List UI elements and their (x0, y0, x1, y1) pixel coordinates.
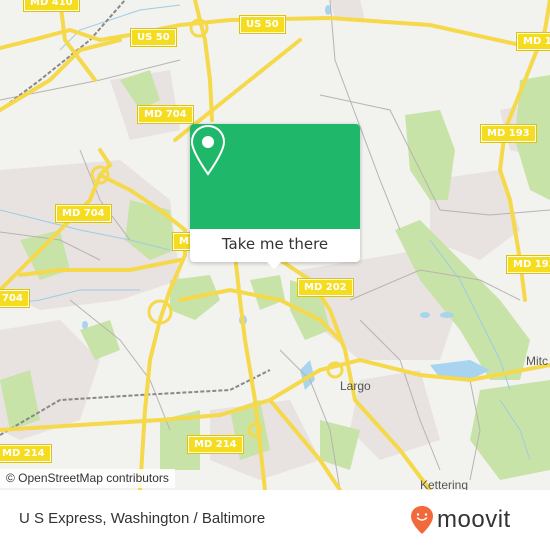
location-popup: Take me there (190, 124, 360, 269)
road-shield-md704: MD 704 (137, 105, 194, 124)
footer: U S Express, Washington / Baltimore moov… (0, 490, 550, 550)
popup-pointer (266, 261, 282, 269)
road-shield-md214: MD 214 (187, 435, 244, 454)
place-label-largo: Largo (340, 379, 371, 393)
map[interactable]: MD 410 US 50 US 50 MD 193 MD 193 MD 193 … (0, 0, 550, 490)
moovit-logo[interactable]: moovit (410, 505, 511, 535)
place-label-kettering: Kettering (420, 478, 469, 490)
road-shield-md704: MD 704 (55, 204, 112, 223)
road-shield-us50: US 50 (130, 28, 177, 47)
road-shield-md193: MD 193 (506, 255, 550, 274)
moovit-pin-icon (411, 506, 433, 534)
moovit-wordmark: moovit (437, 506, 511, 533)
road-shield-us50: US 50 (239, 15, 286, 34)
road-shield-md704: 704 (0, 289, 30, 308)
osm-attribution-link[interactable]: © OpenStreetMap contributors (0, 469, 175, 488)
road-shield-md193: MD 193 (480, 124, 537, 143)
location-title: U S Express, Washington / Baltimore (19, 510, 266, 527)
map-pin-icon (190, 124, 226, 176)
location-pin-area[interactable] (190, 124, 360, 229)
road-shield-md214: MD 214 (0, 444, 52, 463)
place-label-mitchellville: Mitc (526, 354, 548, 368)
road-shield-md202: MD 202 (297, 278, 354, 297)
road-shield-md410: MD 410 (23, 0, 80, 12)
take-me-there-button[interactable]: Take me there (190, 229, 360, 262)
road-shield-md193: MD 193 (516, 32, 550, 51)
